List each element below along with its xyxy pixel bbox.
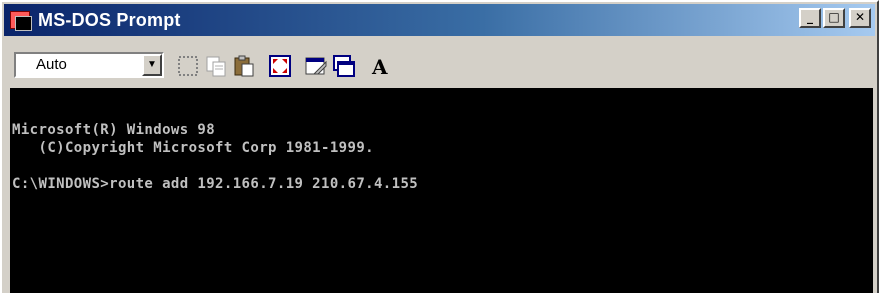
console-line: (C)Copyright Microsoft Corp 1981-1999. [12, 140, 374, 156]
minimize-icon: _ [807, 10, 813, 24]
window-controls: _ □ ✕ [799, 8, 871, 28]
background-icon [333, 55, 355, 77]
paste-icon [234, 55, 254, 77]
copy-button[interactable] [204, 54, 228, 78]
window-title: MS-DOS Prompt [38, 9, 181, 30]
font-size-value: Auto [36, 56, 67, 73]
font-icon: A [371, 55, 388, 78]
copy-icon [206, 56, 226, 77]
maximize-icon: □ [828, 10, 840, 24]
console-output[interactable]: Microsoft(R) Windows 98 (C)Copyright Mic… [10, 88, 873, 293]
ms-dos-prompt-window: MS-DOS Prompt _ □ ✕ Auto ▼ A Microsoft(R… [0, 0, 879, 293]
close-icon: ✕ [854, 10, 866, 24]
background-button[interactable] [332, 54, 356, 78]
command-line[interactable]: C:\WINDOWS>route add 192.166.7.19 210.67… [12, 176, 418, 192]
paste-button[interactable] [232, 54, 256, 78]
font-size-select[interactable]: Auto ▼ [14, 52, 164, 78]
full-screen-button[interactable] [268, 54, 292, 78]
close-button[interactable]: ✕ [849, 8, 871, 28]
font-button[interactable]: A [368, 54, 392, 78]
minimize-button[interactable]: _ [799, 8, 821, 28]
mark-button[interactable] [176, 54, 200, 78]
mark-icon [178, 56, 198, 76]
title-bar[interactable]: MS-DOS Prompt _ □ ✕ [4, 4, 875, 36]
full-screen-icon [269, 55, 291, 77]
properties-button[interactable] [304, 54, 328, 78]
toolbar: Auto ▼ A [4, 40, 875, 84]
chevron-down-icon[interactable]: ▼ [142, 54, 162, 76]
console-line: Microsoft(R) Windows 98 [12, 122, 216, 138]
maximize-button[interactable]: □ [823, 8, 845, 28]
ms-dos-icon[interactable] [10, 9, 32, 31]
svg-text:A: A [371, 55, 388, 78]
properties-icon [305, 57, 327, 75]
